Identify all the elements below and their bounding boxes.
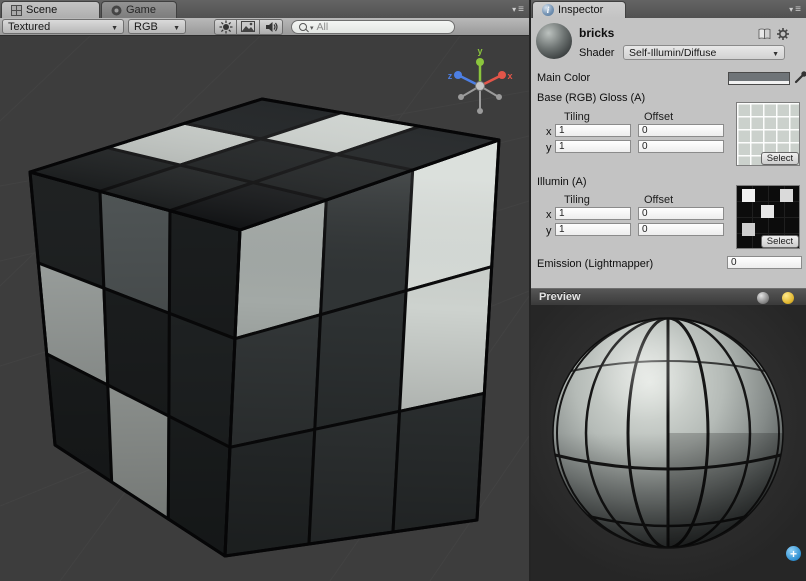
base-y-label: y [546,142,552,154]
search-text: All [317,21,329,33]
add-button[interactable] [786,546,801,561]
emission-input[interactable] [727,256,802,269]
draw-mode-dropdown[interactable]: Textured [2,19,124,34]
chevron-down-icon [766,47,779,59]
eyedropper-icon[interactable] [794,70,806,84]
scene-menu-icon[interactable] [512,4,524,15]
render-mode-value: RGB [134,21,158,33]
search-filter-chevron-icon [310,21,314,33]
sun-icon [219,20,233,34]
info-icon [542,4,554,16]
main-color-swatch[interactable] [728,72,790,85]
preview-light-icon[interactable] [782,292,794,304]
illumin-x-offset-input[interactable] [638,207,724,220]
illumin-map-label: Illumin (A) [537,176,587,188]
gizmo-y-label: y [477,46,482,56]
base-y-offset-input[interactable] [638,140,724,153]
tab-game[interactable]: Game [101,1,177,18]
scene-viewport[interactable]: y x z [0,36,529,581]
lighting-toggle-button[interactable] [214,19,237,35]
audio-toggle-button[interactable] [260,19,283,35]
search-icon [299,23,307,31]
illumin-y-tiling-input[interactable] [555,223,631,236]
unity-editor-window: { "scene": { "tabs": { "scene": "Scene",… [0,0,806,581]
inspector-panel: Inspector bricks Shader Self-Illumin/Dif… [531,0,806,581]
help-book-icon[interactable] [758,28,771,40]
tab-scene-label: Scene [26,4,57,16]
scene-toggle-group [214,19,283,35]
tab-scene[interactable]: Scene [1,1,100,18]
tab-inspector-label: Inspector [558,4,603,16]
scene-panel: Scene Game Textured RGB [0,0,529,581]
illumin-x-tiling-input[interactable] [555,207,631,220]
shader-dropdown-value: Self-Illumin/Diffuse [629,47,716,59]
inspector-menu-icon[interactable] [789,4,801,15]
tab-inspector[interactable]: Inspector [532,1,626,18]
gizmo-x-handle[interactable] [498,71,506,79]
base-map-label: Base (RGB) Gloss (A) [537,92,645,104]
base-select-button[interactable]: Select [761,152,799,165]
gizmo-neg-axis-handle[interactable] [496,94,502,100]
scene-grid-icon [11,5,22,16]
gizmo-center[interactable] [476,82,485,91]
emission-label: Emission (Lightmapper) [537,258,653,270]
draw-mode-value: Textured [8,21,50,33]
gizmo-y-handle[interactable] [476,58,484,66]
scene-search-input[interactable]: All [291,20,455,34]
main-color-label: Main Color [537,72,590,84]
shader-dropdown[interactable]: Self-Illumin/Diffuse [623,45,785,60]
chevron-down-icon [167,21,180,33]
illumin-offset-header: Offset [644,194,673,206]
material-preview-icon [536,23,572,59]
gizmo-z-label: z [448,71,453,81]
gizmo-z-handle[interactable] [454,71,462,79]
base-offset-header: Offset [644,111,673,123]
scene-tabbar: Scene Game [0,0,529,18]
shader-label: Shader [579,47,614,59]
base-x-label: x [546,126,552,138]
base-texture-thumbnail[interactable]: Select [736,102,800,166]
skybox-toggle-button[interactable] [237,19,260,35]
base-y-tiling-input[interactable] [555,140,631,153]
speaker-icon [265,21,278,33]
gizmo-neg-axis-handle[interactable] [458,94,464,100]
image-icon [241,21,255,32]
base-x-offset-input[interactable] [638,124,724,137]
inspector-tabbar: Inspector [531,0,806,18]
preview-header[interactable]: Preview [531,288,806,305]
illumin-tiling-header: Tiling [564,194,590,206]
preview-area [531,305,806,581]
render-mode-dropdown[interactable]: RGB [128,19,186,34]
gear-icon[interactable] [776,27,790,41]
scene-toolbar: Textured RGB All [0,18,529,36]
material-preview-sphere[interactable] [531,305,806,581]
preview-sphere-icon[interactable] [757,292,769,304]
material-name: bricks [579,26,614,40]
illumin-y-offset-input[interactable] [638,223,724,236]
chevron-down-icon [105,21,118,33]
base-tiling-header: Tiling [564,111,590,123]
tab-game-label: Game [126,4,156,16]
gizmo-neg-axis-handle[interactable] [477,108,483,114]
illumin-x-label: x [546,209,552,221]
game-icon [111,5,122,16]
gizmo-x-label: x [507,71,512,81]
base-x-tiling-input[interactable] [555,124,631,137]
illumin-texture-thumbnail[interactable]: Select [736,185,800,249]
illumin-select-button[interactable]: Select [761,235,799,248]
textured-cube[interactable] [30,99,499,556]
preview-title: Preview [539,291,581,303]
illumin-y-label: y [546,225,552,237]
scene-canvas[interactable]: y x z [0,36,529,581]
